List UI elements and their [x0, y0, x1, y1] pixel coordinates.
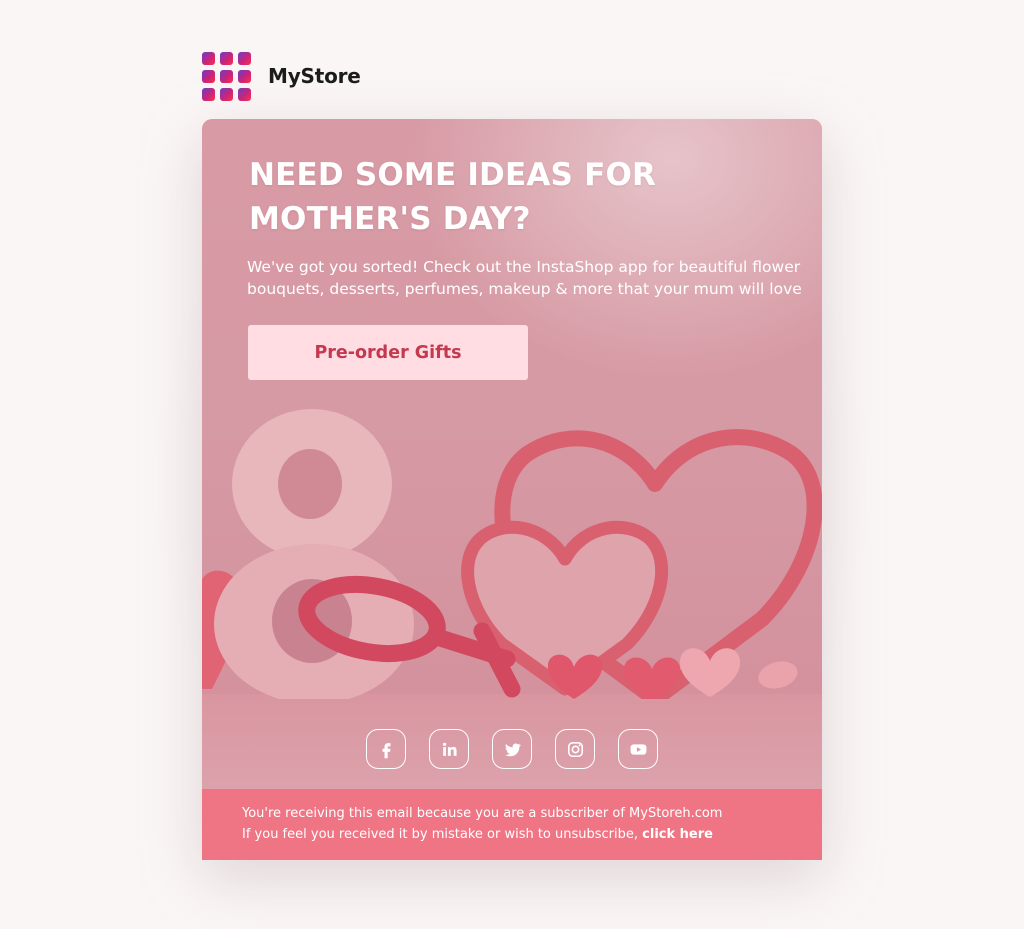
linkedin-button[interactable]: [429, 729, 469, 769]
headline-line-2: MOTHER'S DAY?: [249, 201, 531, 237]
headline: NEED SOME IDEAS FOR MOTHER'S DAY?: [249, 153, 769, 241]
youtube-button[interactable]: [618, 729, 658, 769]
mothers-day-illustration: [202, 409, 822, 699]
instagram-icon: [567, 741, 583, 757]
headline-line-1: NEED SOME IDEAS FOR: [249, 157, 657, 193]
facebook-icon: [382, 742, 390, 758]
intro-line-1: We've got you sorted! Check out the Inst…: [247, 258, 801, 276]
brand-header: MyStore: [202, 51, 361, 101]
brand-name[interactable]: MyStore: [268, 64, 361, 88]
pre-order-gifts-button[interactable]: Pre-order Gifts: [248, 325, 528, 380]
email-footer: You're receiving this email because you …: [202, 789, 822, 860]
twitter-button[interactable]: [492, 729, 532, 769]
facebook-button[interactable]: [366, 729, 406, 769]
intro-line-2: bouquets, desserts, perfumes, makeup & m…: [247, 280, 802, 298]
subscription-notice: You're receiving this email because you …: [242, 806, 723, 821]
unsubscribe-notice: If you feel you received it by mistake o…: [242, 824, 822, 845]
unsubscribe-text: If you feel you received it by mistake o…: [242, 827, 643, 842]
email-card: NEED SOME IDEAS FOR MOTHER'S DAY? We've …: [202, 119, 822, 860]
twitter-icon: [504, 742, 521, 756]
hero-section: NEED SOME IDEAS FOR MOTHER'S DAY? We've …: [202, 119, 822, 789]
grid-logo-icon[interactable]: [202, 51, 251, 101]
social-links: [366, 729, 658, 769]
intro-text: We've got you sorted! Check out the Inst…: [247, 256, 807, 300]
linkedin-icon: [442, 742, 457, 756]
instagram-button[interactable]: [555, 729, 595, 769]
youtube-icon: [630, 743, 646, 755]
unsubscribe-link[interactable]: click here: [642, 827, 713, 842]
